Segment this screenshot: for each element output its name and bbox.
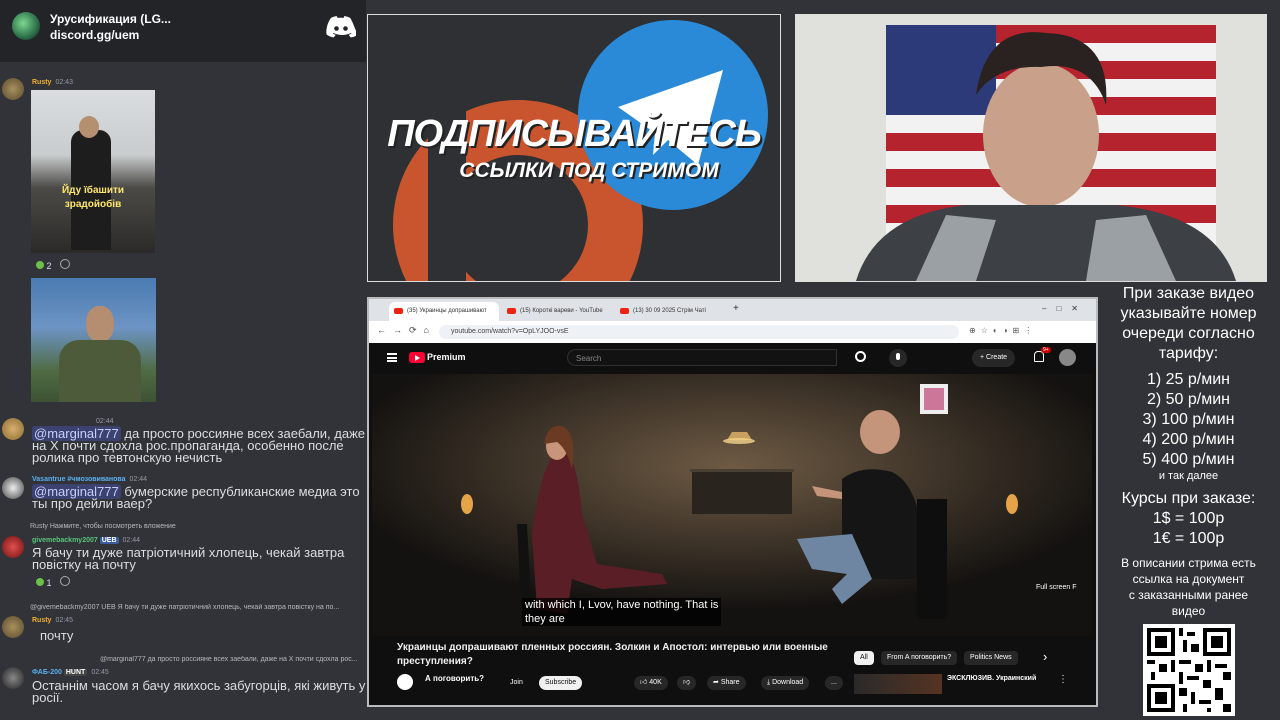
- discord-server-header: Урусификация (LG... discord.gg/uem: [0, 0, 366, 62]
- stream-layout: Урусификация (LG... discord.gg/uem Rusty…: [0, 0, 1280, 720]
- discord-chat-overlay: Урусификация (LG... discord.gg/uem Rusty…: [0, 0, 366, 720]
- new-tab-button[interactable]: +: [733, 303, 739, 314]
- user-avatar[interactable]: [2, 616, 24, 638]
- reaction[interactable]: 2: [36, 259, 71, 271]
- more-actions-button[interactable]: ...: [825, 676, 843, 690]
- dislike-button[interactable]: 👎︎: [677, 676, 697, 690]
- reaction-emoji-icon: [36, 261, 44, 269]
- user-avatar[interactable]: [2, 477, 24, 499]
- exchange-rates: Курсы при заказе: 1$ = 100р 1€ = 100р: [1121, 490, 1256, 547]
- browser-tab[interactable]: (15) Короткі вареви - YouTube: [502, 302, 612, 321]
- user-avatar[interactable]: [2, 536, 24, 558]
- search-input[interactable]: Search: [567, 349, 837, 366]
- username[interactable]: ФАБ-200 HUNT 02:45: [32, 669, 109, 676]
- reaction[interactable]: 1: [36, 576, 71, 588]
- join-button[interactable]: Join: [504, 676, 529, 690]
- user-avatar[interactable]: [2, 78, 24, 100]
- window-controls: –□✕: [1042, 304, 1088, 313]
- thumbs-down-icon: 👎︎: [683, 679, 691, 686]
- browser-tab[interactable]: (13) 30 09 2025 Стрім Чаті: [615, 302, 725, 321]
- qr-code-icon: [1143, 624, 1235, 716]
- channel-avatar[interactable]: [397, 674, 413, 690]
- video-title: Украинцы допрашивают пленных россиян. Зо…: [397, 642, 828, 667]
- related-video-thumbnail[interactable]: [854, 674, 942, 694]
- share-button[interactable]: ➦ Share: [707, 676, 746, 690]
- youtube-icon: [394, 308, 403, 314]
- promo-subline: ССЫЛКИ ПОД СТРИМОМ: [459, 159, 719, 182]
- reaction-emoji-icon: [36, 578, 44, 586]
- chip-from-channel[interactable]: From A поговорить?: [881, 651, 958, 665]
- download-button[interactable]: ⤓ Download: [761, 676, 810, 690]
- youtube-icon: [507, 308, 516, 314]
- youtube-header: Premium Search + Create 9+: [369, 343, 1096, 373]
- reply-preview[interactable]: Rusty Нажмите, чтобы посмотреть вложение: [30, 523, 176, 530]
- tariff-list: 1) 25 р/мин 2) 50 р/мин 3) 100 р/мин 4) …: [1142, 371, 1235, 482]
- extension-icons[interactable]: ⊕☆◐◑⊞⋮: [969, 326, 1037, 335]
- account-avatar[interactable]: [1059, 349, 1076, 366]
- meme-caption: Йду їбашити зрадойобів: [61, 185, 125, 210]
- message-timestamp: 02:44: [96, 418, 114, 425]
- create-button[interactable]: + Create: [972, 349, 1016, 367]
- order-instructions: При заказе видео указывайте номер очеред…: [1120, 285, 1257, 362]
- browser-tab-strip: (35) Украинцы допрашивают (15) Короткі в…: [369, 299, 1096, 321]
- channel-name[interactable]: А поговорить?: [425, 674, 484, 683]
- message-text: почту: [40, 628, 74, 643]
- notification-badge: 9+: [1041, 347, 1051, 353]
- description-note: В описании стрима есть ссылка на докумен…: [1121, 556, 1256, 618]
- related-video-title[interactable]: ЭКСКЛЮЗИВ. Украинский: [947, 675, 1036, 682]
- promo-headline: ПОДПИСЫВАЙТЕСЬ: [387, 113, 762, 155]
- username[interactable]: givemebackmy2007 UEB 02:44: [32, 537, 140, 544]
- username[interactable]: Rusty 02:45: [32, 617, 73, 624]
- message-text: Останнім часом я бачу якихось забугорців…: [32, 678, 366, 705]
- message-text: @marginal777 да просто россияне всех зае…: [32, 426, 366, 465]
- video-info-section: Украинцы допрашивают пленных россиян. Зо…: [369, 636, 1096, 705]
- add-reaction-icon[interactable]: [60, 576, 71, 586]
- youtube-logo-icon[interactable]: [409, 352, 425, 363]
- user-avatar[interactable]: [2, 667, 24, 689]
- subtitle-text: with which I, Lvov, have nothing. That i…: [522, 598, 722, 626]
- related-more-icon[interactable]: ⋮: [1058, 674, 1068, 685]
- streamer-webcam: [795, 14, 1267, 282]
- reply-preview[interactable]: @marginal777 да просто россияне всех зае…: [100, 656, 362, 663]
- zelensky-image-attachment[interactable]: [31, 278, 156, 402]
- share-icon: ➦: [713, 679, 719, 686]
- reply-preview[interactable]: @givemebackmy2007 UEB Я бачу ти дуже пат…: [30, 604, 364, 611]
- youtube-icon: [620, 308, 629, 314]
- youtube-brand: Premium: [427, 352, 466, 362]
- subscribe-button[interactable]: Subscribe: [539, 676, 583, 690]
- username[interactable]: Rusty 02:43: [32, 79, 73, 86]
- webcam-scene: [796, 15, 1266, 281]
- message-text: @marginal777 бумерские республиканские м…: [32, 484, 360, 511]
- order-info-panel: При заказе видео указывайте номер очеред…: [1097, 284, 1280, 720]
- fullscreen-tooltip: Full screen F: [1036, 584, 1077, 591]
- nav-buttons[interactable]: ←→⟳⌂: [377, 325, 436, 336]
- mic-icon[interactable]: [889, 349, 907, 367]
- video-player[interactable]: with which I, Lvov, have nothing. That i…: [372, 374, 1092, 636]
- server-avatar: [12, 12, 40, 40]
- browser-tab-active[interactable]: (35) Украинцы допрашивают: [389, 302, 499, 321]
- username[interactable]: Vasantrue #чмозовиванова 02:44: [32, 476, 147, 483]
- search-icon[interactable]: [855, 351, 866, 362]
- interview-scene: [372, 374, 1092, 636]
- message-text: Я бачу ти дуже патріотичний хлопець, чек…: [32, 545, 345, 572]
- chips-next-icon[interactable]: ›: [1043, 649, 1047, 664]
- discord-icon: [326, 16, 356, 38]
- user-avatar[interactable]: [2, 418, 24, 440]
- menu-icon[interactable]: [387, 353, 397, 362]
- chip-all[interactable]: All: [854, 651, 874, 665]
- subscribe-promo-banner: ПОДПИСЫВАЙТЕСЬ ССЫЛКИ ПОД СТРИМОМ: [367, 14, 781, 282]
- browser-window: (35) Украинцы допрашивают (15) Короткі в…: [367, 297, 1098, 707]
- thumbs-up-icon: 👍︎: [640, 679, 648, 686]
- chip-politics-news[interactable]: Politics News: [964, 651, 1018, 665]
- download-icon: ⤓: [767, 679, 771, 686]
- address-bar-row: ←→⟳⌂ youtube.com/watch?v=OpLYJOO-vsE ⊕☆◐…: [369, 321, 1096, 343]
- server-name: Урусификация (LG...: [50, 12, 171, 26]
- server-invite-link[interactable]: discord.gg/uem: [50, 28, 139, 42]
- url-field[interactable]: youtube.com/watch?v=OpLYJOO-vsE: [439, 325, 959, 339]
- meme-image-attachment[interactable]: Йду їбашити зрадойобів: [31, 90, 155, 253]
- add-reaction-icon[interactable]: [60, 259, 71, 269]
- like-button[interactable]: 👍︎ 40K: [634, 676, 668, 690]
